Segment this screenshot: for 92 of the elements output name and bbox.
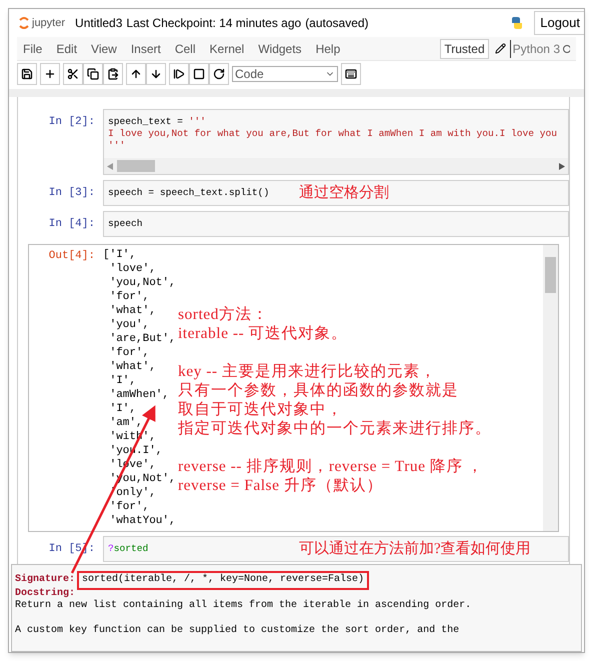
kernel-name: Python 3 bbox=[510, 40, 560, 58]
save-icon bbox=[21, 68, 33, 80]
code-cell[interactable]: speech_text = ''' I love you,Not for what you are,But for what I amWhen I am with you.I love you ''' bbox=[103, 109, 569, 175]
insert-cell-button[interactable] bbox=[40, 63, 60, 85]
code-cell[interactable]: ?sorted 可以通过在方法前加?查看如何使用 bbox=[103, 536, 569, 562]
output-line: ['I', bbox=[103, 248, 136, 262]
code-line: speech = speech_text.split() bbox=[108, 187, 270, 199]
keyboard-button[interactable] bbox=[341, 63, 361, 85]
save-button[interactable] bbox=[17, 63, 37, 85]
step-forward-icon bbox=[173, 68, 185, 80]
menu-item[interactable]: Insert bbox=[130, 40, 161, 58]
annotation-line: reverse = False 升序（默认） bbox=[178, 476, 383, 495]
output-line: 'only', bbox=[108, 486, 156, 500]
menu-item[interactable]: Kernel bbox=[210, 40, 244, 58]
scroll-right-icon[interactable] bbox=[559, 162, 565, 170]
plus-icon bbox=[44, 68, 56, 80]
scrollbar-thumb[interactable] bbox=[117, 160, 155, 172]
code-line: ?sorted bbox=[108, 543, 148, 555]
python-logo-icon bbox=[510, 16, 524, 30]
annotation-line: 只有一个参数，具体的函数的参数就是 bbox=[178, 381, 458, 400]
output-line: 'you,Not', bbox=[108, 276, 176, 290]
code-cell[interactable]: speech bbox=[103, 211, 569, 237]
trusted-indicator[interactable]: Trusted bbox=[440, 38, 489, 58]
output-line: 'amWhen', bbox=[108, 388, 170, 402]
output-line: 'what', bbox=[108, 360, 156, 374]
scissors-icon bbox=[67, 68, 79, 80]
annotation-line: 指定可迭代对象中的一个元素来进行排序。 bbox=[178, 419, 492, 438]
output-line: 'for', bbox=[108, 290, 150, 304]
output-line: 'are,But', bbox=[108, 332, 176, 346]
menu-item[interactable]: View bbox=[91, 40, 117, 58]
menu-item[interactable]: Edit bbox=[56, 40, 78, 58]
code-line: ''' bbox=[108, 140, 126, 152]
notebook-name[interactable]: Untitled3 bbox=[75, 14, 122, 32]
output-line: 'for', bbox=[108, 346, 150, 360]
code-line: I love you,Not for what you are,But for what I amWhen I am with you.I love you bbox=[108, 128, 558, 140]
input-prompt: In [4]: bbox=[48, 217, 96, 232]
input-prompt: In [2]: bbox=[48, 115, 96, 130]
output-line: 'love', bbox=[108, 262, 156, 276]
paste-button[interactable] bbox=[103, 63, 123, 85]
output-line: 'I', bbox=[108, 402, 136, 416]
kernel-status-icon bbox=[562, 44, 570, 54]
run-button[interactable] bbox=[169, 63, 189, 85]
stop-button[interactable] bbox=[189, 63, 209, 85]
annotation-note: 通过空格分割 bbox=[299, 184, 389, 203]
logout-button[interactable]: Logout bbox=[534, 11, 584, 35]
logo-text: jupyter bbox=[32, 16, 66, 31]
copy-icon bbox=[87, 68, 99, 80]
move-up-button[interactable] bbox=[126, 63, 146, 85]
cell-type-dropdown[interactable]: Code bbox=[232, 66, 338, 82]
docstring-line: A custom key function can be supplied to customize the sort order, and the bbox=[15, 625, 460, 638]
keyboard-icon bbox=[345, 68, 357, 80]
docstring-line: Return a new list containing all items from the iterable in ascending order. bbox=[15, 600, 472, 612]
autosave-status: (autosaved) bbox=[305, 15, 369, 32]
signature-label: Signature: bbox=[15, 574, 76, 586]
annotation-line: reverse -- 排序规则，reverse = True 降序 ， bbox=[178, 457, 484, 476]
clipboard-icon bbox=[107, 68, 119, 80]
menu-item[interactable]: File bbox=[23, 40, 42, 58]
annotation-line: sorted方法： bbox=[178, 305, 268, 324]
arrow-down-icon bbox=[150, 68, 162, 80]
annotation-note: 可以通过在方法前加?查看如何使用 bbox=[299, 539, 531, 559]
code-cell[interactable]: speech = speech_text.split() 通过空格分割 bbox=[103, 180, 569, 206]
signature-text: sorted(iterable, /, *, key=None, reverse=False) bbox=[77, 571, 370, 590]
square-icon bbox=[193, 68, 205, 80]
code-line: speech bbox=[108, 218, 143, 230]
edit-icon[interactable] bbox=[494, 43, 506, 54]
annotation-line: key -- 主要是用来进行比较的元素， bbox=[178, 362, 436, 381]
restart-icon bbox=[213, 68, 225, 80]
logo-icon bbox=[19, 16, 29, 30]
copy-button[interactable] bbox=[83, 63, 103, 85]
output-line: 'you', bbox=[108, 318, 150, 332]
annotation-line: iterable -- 可迭代对象。 bbox=[178, 324, 348, 343]
horizontal-scrollbar[interactable] bbox=[104, 158, 568, 174]
output-line: 'for', bbox=[108, 500, 150, 514]
vertical-scrollbar[interactable] bbox=[543, 245, 558, 531]
output-line: 'whatYou', bbox=[108, 514, 176, 528]
scrollbar-thumb[interactable] bbox=[545, 257, 556, 293]
output-line: 'am', bbox=[108, 416, 143, 430]
arrow-up-icon bbox=[130, 68, 142, 80]
checkpoint-status: Last Checkpoint: 14 minutes ago bbox=[126, 15, 302, 32]
output-prompt: Out[4]: bbox=[48, 249, 96, 264]
annotation-line: 取自于可迭代对象中， bbox=[178, 400, 343, 419]
code-line: speech_text = ''' bbox=[108, 116, 206, 128]
restart-button[interactable] bbox=[209, 63, 229, 85]
cut-button[interactable] bbox=[63, 63, 83, 85]
menu-item[interactable]: Help bbox=[316, 40, 340, 58]
move-down-button[interactable] bbox=[146, 63, 166, 85]
menu-item[interactable]: Cell bbox=[174, 40, 196, 58]
output-line: 'what', bbox=[108, 304, 156, 318]
output-line: 'I', bbox=[108, 374, 136, 388]
docstring-label: Docstring: bbox=[15, 588, 76, 600]
input-prompt: In [3]: bbox=[48, 186, 96, 201]
menu-item[interactable]: Widgets bbox=[258, 40, 302, 58]
